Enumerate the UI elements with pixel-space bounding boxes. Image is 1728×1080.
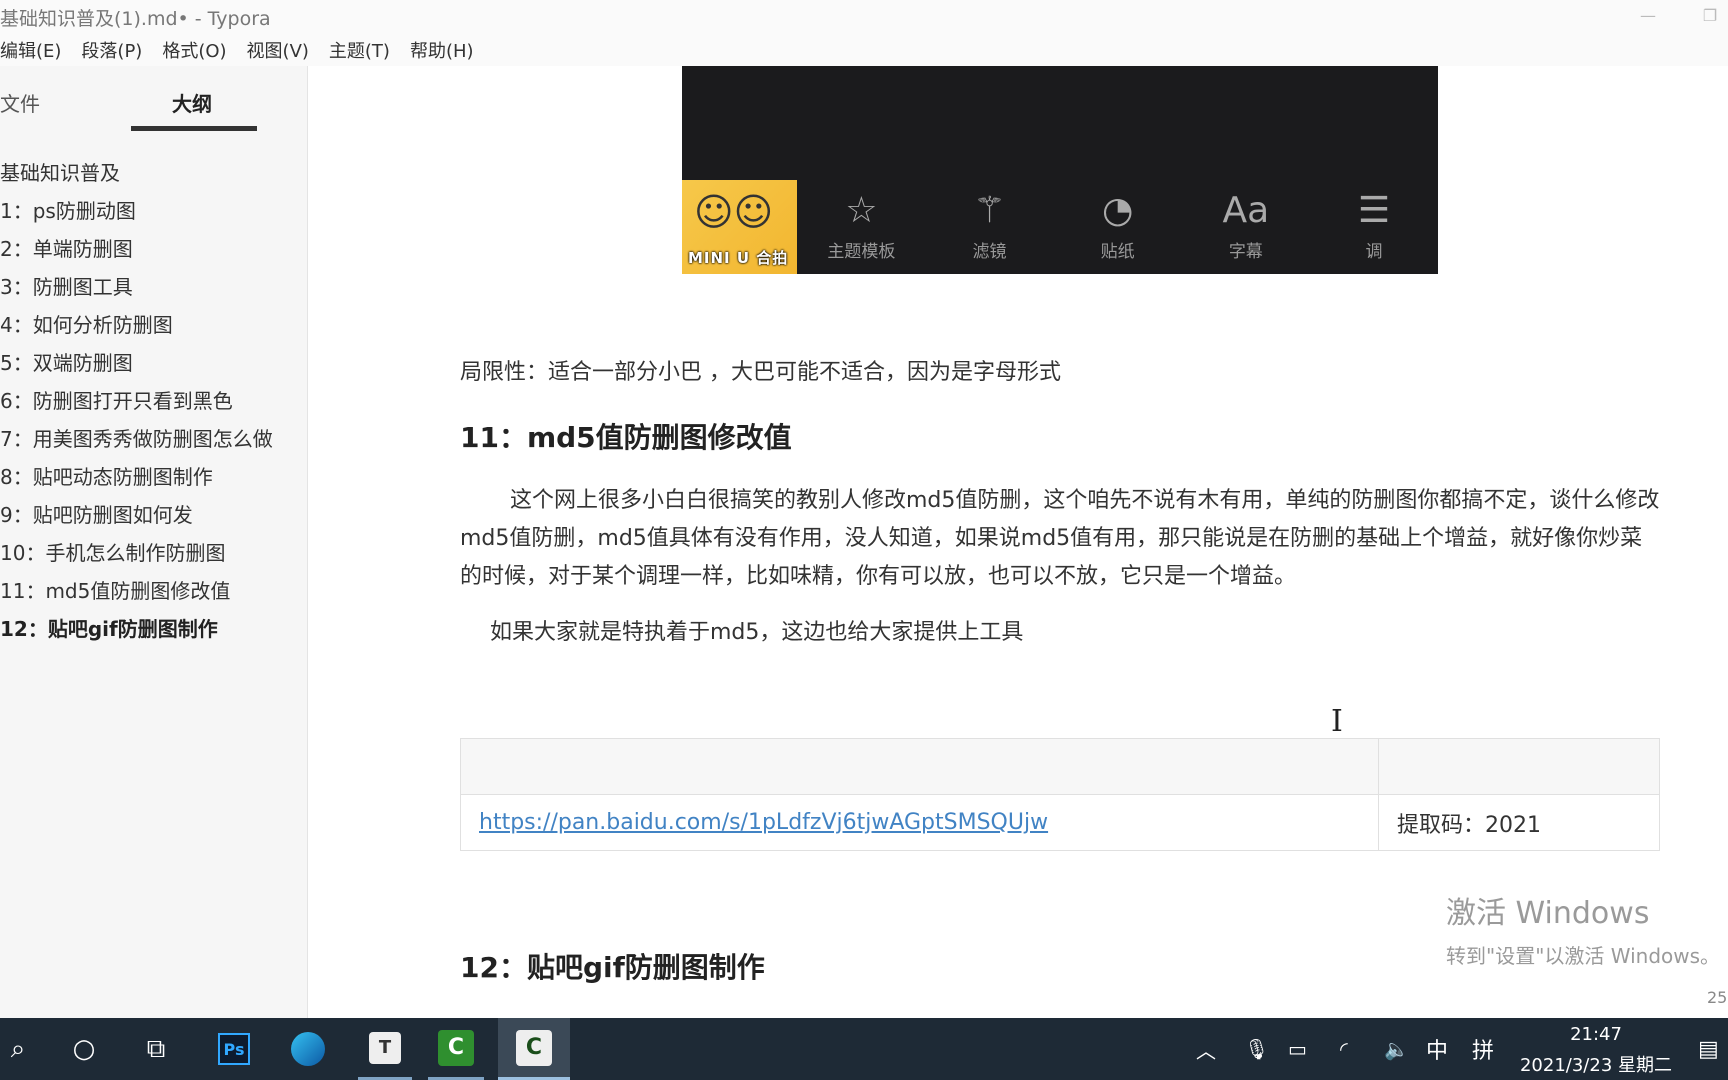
photoshop-icon: Ps: [218, 1033, 250, 1065]
image-tool-caption: Aa 字幕: [1182, 180, 1310, 274]
window-title: 基础知识普及(1).md• - Typora: [0, 7, 271, 30]
menu-paragraph[interactable]: 段落(P): [81, 37, 142, 63]
search-icon[interactable]: ⌕: [0, 1018, 36, 1080]
heading-section-12[interactable]: 12：贴吧gif防删图制作: [460, 946, 765, 986]
table-header-row: [460, 738, 1660, 795]
outline-item[interactable]: 1：ps防删动图: [0, 192, 308, 230]
maximize-button[interactable]: ❐: [1700, 6, 1720, 26]
menu-help[interactable]: 帮助(H): [410, 37, 474, 63]
outline-list: 基础知识普及 1：ps防删动图 2：单端防删图 3：防删图工具 4：如何分析防删…: [0, 154, 308, 648]
microphone-icon[interactable]: 🎙: [1244, 1018, 1269, 1080]
menu-view[interactable]: 视图(V): [247, 37, 309, 63]
outline-item[interactable]: 5：双端防删图: [0, 344, 308, 382]
tab-files[interactable]: 文件: [0, 88, 40, 117]
magic-wand-icon: ⚚: [973, 190, 1006, 231]
outline-item[interactable]: 2：单端防删图: [0, 230, 308, 268]
table-header-cell[interactable]: [460, 738, 1379, 795]
image-tool-label: 滤镜: [972, 242, 1007, 262]
task-view-icon[interactable]: ⧉: [134, 1018, 178, 1080]
camtasia-editor-taskbar-button[interactable]: C: [498, 1018, 570, 1080]
limitation-paragraph[interactable]: 局限性：适合一部分小巴 ，大巴可能不适合，因为是字母形式: [460, 354, 1061, 392]
baidu-pan-link[interactable]: https://pan.baidu.com/s/1pLdfzVj6tjwAGpt…: [479, 810, 1048, 835]
cortana-icon[interactable]: ○: [62, 1018, 106, 1080]
clock-time: 21:47: [1570, 1024, 1622, 1045]
outline-item[interactable]: 4：如何分析防删图: [0, 306, 308, 344]
cartoon-faces-icon: ☺☺: [694, 190, 774, 234]
outline-item[interactable]: 基础知识普及: [0, 154, 308, 192]
image-tool-theme: ☆ 主题模板: [797, 180, 925, 274]
image-tool-label: 贴纸: [1100, 242, 1135, 262]
typora-icon: T: [369, 1031, 401, 1064]
image-toolbar-strip: ☺☺ MINI U 合拍 ☆ 主题模板 ⚚ 滤镜 ◔ 贴纸 Aa 字幕 ☰ 调: [682, 180, 1438, 274]
image-tool-filter: ⚚ 滤镜: [925, 180, 1053, 274]
camtasia-recorder-taskbar-button[interactable]: C: [428, 1018, 484, 1080]
camtasia-recorder-icon: C: [438, 1029, 474, 1066]
image-tool-label: 调: [1365, 242, 1383, 262]
outline-item[interactable]: 8：贴吧动态防删图制作: [0, 458, 308, 496]
image-tool-label: 主题模板: [827, 242, 896, 262]
sticker-icon: ◔: [1101, 190, 1134, 231]
notification-center-icon[interactable]: ▤: [1698, 1018, 1719, 1080]
minimize-button[interactable]: —: [1638, 6, 1658, 26]
ime-layout-indicator[interactable]: 拼: [1472, 1018, 1494, 1080]
table-header-cell[interactable]: [1378, 738, 1660, 795]
miniu-label: MINI U 合拍: [688, 249, 789, 267]
active-tab-indicator: [131, 126, 257, 131]
typora-taskbar-button[interactable]: T: [358, 1018, 412, 1080]
outline-item-active[interactable]: 12：贴吧gif防删图制作: [0, 610, 308, 648]
star-icon: ☆: [845, 190, 878, 231]
text-cursor-icon: I: [1331, 704, 1343, 739]
table-row: https://pan.baidu.com/s/1pLdfzVj6tjwAGpt…: [460, 794, 1660, 851]
photoshop-taskbar-button[interactable]: Ps: [212, 1018, 256, 1080]
miniu-sticker-thumbnail: ☺☺ MINI U 合拍: [682, 180, 798, 274]
wifi-icon[interactable]: ◜: [1340, 1018, 1348, 1080]
clock-date: 2021/3/23 星期二: [1519, 1055, 1672, 1076]
menu-theme[interactable]: 主题(T): [329, 37, 390, 63]
menu-format[interactable]: 格式(O): [162, 37, 226, 63]
adjust-icon: ☰: [1357, 190, 1391, 231]
outline-item[interactable]: 3：防删图工具: [0, 268, 308, 306]
menu-bar: 编辑(E) 段落(P) 格式(O) 视图(V) 主题(T) 帮助(H): [0, 34, 1728, 66]
battery-icon[interactable]: ▭: [1288, 1018, 1307, 1080]
embedded-screenshot-image: ☺☺ MINI U 合拍 ☆ 主题模板 ⚚ 滤镜 ◔ 贴纸 Aa 字幕 ☰ 调: [682, 66, 1438, 274]
table-cell-link[interactable]: https://pan.baidu.com/s/1pLdfzVj6tjwAGpt…: [460, 794, 1379, 851]
menu-edit[interactable]: 编辑(E): [0, 37, 61, 63]
image-tool-label: 字幕: [1228, 242, 1263, 262]
edge-taskbar-button[interactable]: [286, 1018, 330, 1080]
chevron-up-icon[interactable]: ︿: [1196, 1018, 1216, 1080]
sidebar-tabs: 文件 大纲: [0, 66, 307, 136]
editor-pane[interactable]: ☺☺ MINI U 合拍 ☆ 主题模板 ⚚ 滤镜 ◔ 贴纸 Aa 字幕 ☰ 调: [309, 66, 1728, 1018]
word-count[interactable]: 25: [1707, 988, 1727, 1007]
outline-item[interactable]: 7：用美图秀秀做防删图怎么做: [0, 420, 308, 458]
outline-item[interactable]: 9：贴吧防删图如何发: [0, 496, 308, 534]
tab-outline[interactable]: 大纲: [172, 88, 212, 117]
image-tool-sticker: ◔ 贴纸: [1054, 180, 1182, 274]
title-bar: 基础知识普及(1).md• - Typora — ❐: [0, 0, 1728, 34]
system-clock[interactable]: 21:47 2021/3/23 星期二: [1516, 1024, 1676, 1077]
windows-activation-watermark: 激活 Windows 转到"设置"以激活 Windows。: [1446, 888, 1720, 969]
watermark-line-2: 转到"设置"以激活 Windows。: [1446, 944, 1721, 968]
volume-icon[interactable]: 🔈: [1384, 1018, 1409, 1080]
ime-mode-indicator[interactable]: 中: [1426, 1018, 1448, 1080]
text-icon: Aa: [1222, 190, 1270, 231]
image-tool-adjust: ☰ 调: [1310, 180, 1438, 274]
camtasia-editor-icon: C: [516, 1029, 552, 1066]
sidebar: 文件 大纲 基础知识普及 1：ps防删动图 2：单端防删图 3：防删图工具 4：…: [0, 66, 400, 1018]
heading-section-11[interactable]: 11：md5值防删图修改值: [460, 416, 792, 456]
body-paragraph[interactable]: 这个网上很多小白白很搞笑的教别人修改md5值防删，这个咱先不说有木有用，单纯的防…: [460, 482, 1660, 596]
outline-item[interactable]: 10：手机怎么制作防删图: [0, 534, 308, 572]
edge-icon: [291, 1032, 325, 1066]
download-link-table: https://pan.baidu.com/s/1pLdfzVj6tjwAGpt…: [460, 738, 1660, 851]
outline-item[interactable]: 6：防删图打开只看到黑色: [0, 382, 308, 420]
watermark-line-1: 激活 Windows: [1446, 896, 1650, 931]
windows-taskbar: ⌕ ○ ⧉ Ps T C C ︿ 🎙 ▭ ◜ 🔈 中 拼 21:47 2021/…: [0, 1018, 1728, 1080]
body-paragraph-2[interactable]: 如果大家就是特执着于md5，这边也给大家提供上工具: [460, 614, 1023, 652]
outline-item[interactable]: 11：md5值防删图修改值: [0, 572, 308, 610]
table-cell-code[interactable]: 提取码：2021: [1378, 794, 1660, 851]
